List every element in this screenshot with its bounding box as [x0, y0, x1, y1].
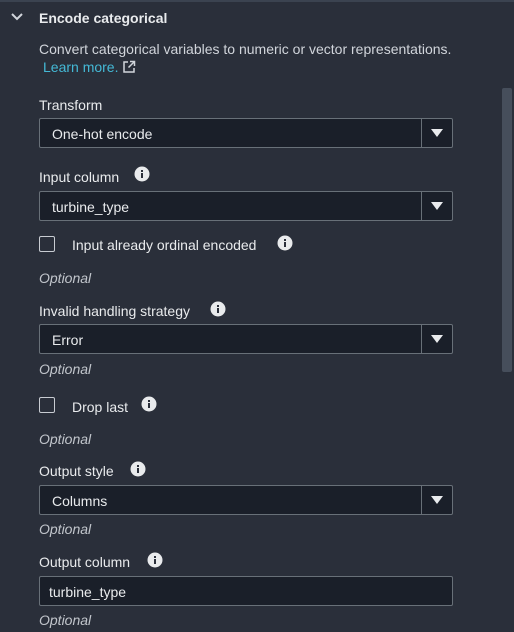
ordinal-optional-hint: Optional	[39, 270, 92, 286]
drop-last-label: Drop last	[72, 399, 129, 415]
info-icon[interactable]	[147, 552, 163, 568]
encode-categorical-panel: Encode categorical Convert categorical v…	[0, 2, 500, 632]
caret-down-icon[interactable]	[430, 128, 444, 138]
invalid-handling-optional-hint: Optional	[39, 361, 92, 377]
transform-value: One-hot encode	[52, 126, 153, 142]
drop-last-checkbox[interactable]	[39, 397, 55, 413]
output-style-label: Output style	[39, 463, 114, 479]
input-column-select[interactable]: turbine_type	[39, 191, 453, 221]
input-column-value: turbine_type	[52, 199, 130, 215]
ordinal-encoded-checkbox[interactable]	[39, 236, 55, 252]
section-description: Convert categorical variables to numeric…	[39, 40, 459, 76]
output-column-label: Output column	[39, 554, 131, 570]
section-header[interactable]: Encode categorical	[0, 6, 500, 30]
info-icon[interactable]	[134, 166, 150, 182]
caret-down-icon[interactable]	[430, 334, 444, 344]
description-text: Convert categorical variables to numeric…	[39, 41, 452, 57]
invalid-handling-value: Error	[52, 332, 84, 348]
external-link-icon	[123, 60, 136, 73]
output-column-optional-hint: Optional	[39, 612, 92, 628]
input-column-label: Input column	[39, 169, 120, 185]
transform-select[interactable]: One-hot encode	[39, 118, 453, 148]
output-column-value: turbine_type	[49, 584, 127, 600]
select-divider	[421, 325, 422, 353]
output-column-input[interactable]: turbine_type	[39, 576, 453, 606]
chevron-down-icon[interactable]	[10, 10, 24, 24]
ordinal-encoded-label: Input already ordinal encoded	[72, 237, 257, 253]
output-style-value: Columns	[52, 493, 108, 509]
invalid-handling-label: Invalid handling strategy	[39, 303, 190, 319]
info-icon[interactable]	[130, 461, 146, 477]
transform-label: Transform	[39, 97, 103, 113]
info-icon[interactable]	[277, 235, 293, 251]
invalid-handling-select[interactable]: Error	[39, 324, 453, 354]
caret-down-icon[interactable]	[430, 201, 444, 211]
learn-more-link[interactable]: Learn more.	[43, 59, 136, 75]
info-icon[interactable]	[141, 396, 157, 412]
learn-more-label: Learn more.	[43, 59, 119, 75]
output-style-select[interactable]: Columns	[39, 485, 453, 515]
info-icon[interactable]	[210, 301, 226, 317]
select-divider	[421, 119, 422, 147]
select-divider	[421, 486, 422, 514]
scrollbar[interactable]	[500, 2, 514, 632]
drop-last-optional-hint: Optional	[39, 431, 92, 447]
select-divider	[421, 192, 422, 220]
section-title: Encode categorical	[39, 10, 168, 26]
scrollbar-thumb[interactable]	[502, 88, 512, 372]
caret-down-icon[interactable]	[430, 495, 444, 505]
output-style-optional-hint: Optional	[39, 521, 92, 537]
